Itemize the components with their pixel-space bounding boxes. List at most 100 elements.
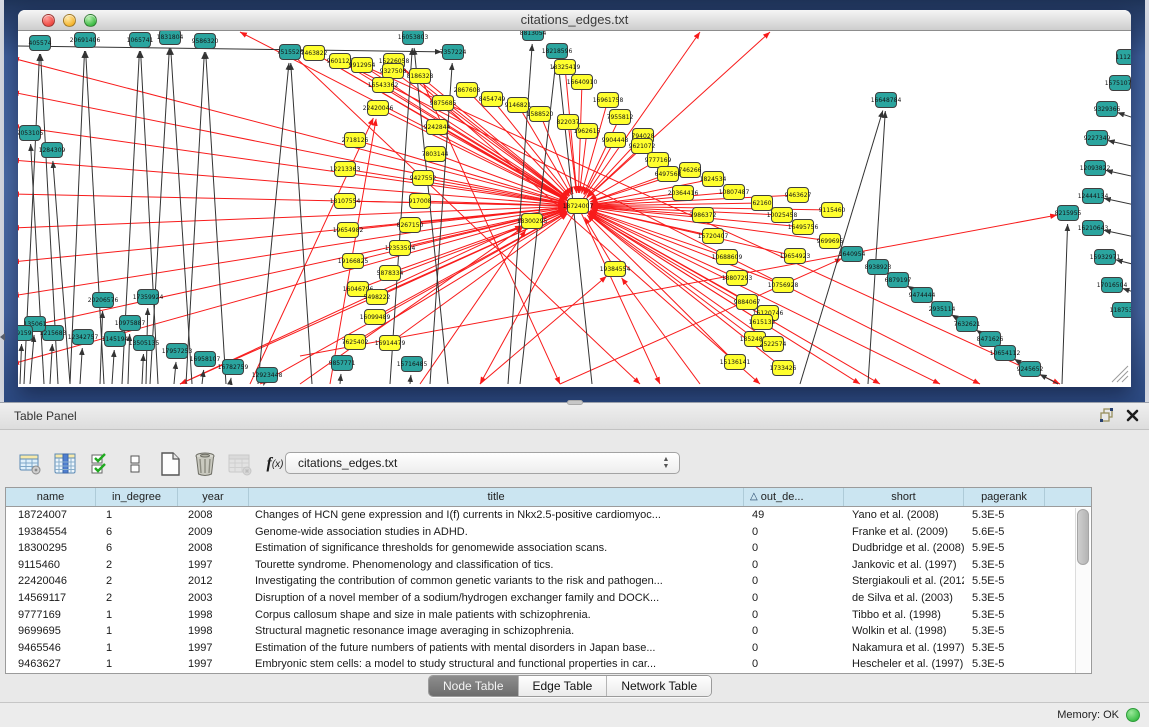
column-header-year[interactable]: year — [178, 488, 249, 506]
delete-table-button[interactable] — [226, 449, 254, 479]
cell-short[interactable]: Dudbridge et al. (2008) — [844, 540, 964, 557]
graph-node[interactable]: 7632621 — [954, 317, 981, 332]
graph-node[interactable]: 1065741 — [127, 33, 154, 48]
cell-indegree[interactable]: 1 — [96, 507, 178, 524]
cell-year[interactable]: 2003 — [178, 590, 249, 607]
cell-indegree[interactable]: 2 — [96, 557, 178, 574]
cell-pagerank[interactable]: 5.6E-5 — [964, 524, 1045, 541]
graph-node[interactable]: 16914479 — [375, 336, 406, 351]
cell-name[interactable]: 19384554 — [6, 524, 96, 541]
cell-year[interactable]: 2012 — [178, 573, 249, 590]
graph-node[interactable]: 16648784 — [871, 93, 902, 108]
table-row[interactable]: 2242004622012Investigating the contribut… — [6, 573, 1091, 590]
cell-name[interactable]: 9115460 — [6, 557, 96, 574]
cell-indegree[interactable]: 1 — [96, 640, 178, 657]
graph-node[interactable]: 6879197 — [885, 273, 912, 288]
graph-node[interactable]: 1284309 — [39, 143, 66, 158]
cell-outde[interactable]: 0 — [744, 573, 844, 590]
cell-year[interactable]: 1997 — [178, 656, 249, 673]
cell-name[interactable]: 22420046 — [6, 573, 96, 590]
memory-status-indicator[interactable] — [1126, 708, 1140, 722]
table-row[interactable]: 969969511998Structural magnetic resonanc… — [6, 623, 1091, 640]
graph-node[interactable]: 2718126 — [342, 133, 369, 148]
graph-node[interactable]: 10975887 — [115, 316, 146, 331]
cell-year[interactable]: 1997 — [178, 640, 249, 657]
graph-node[interactable]: 1831804 — [157, 31, 184, 45]
table-row[interactable]: 911546021997Tourette syndrome. Phenomeno… — [6, 557, 1091, 574]
graph-node[interactable]: 16961758 — [593, 93, 624, 108]
graph-node[interactable]: 9115460 — [819, 203, 846, 218]
cell-title[interactable]: Genome-wide association studies in ADHD. — [249, 524, 744, 541]
cell-outde[interactable]: 0 — [744, 607, 844, 624]
cell-year[interactable]: 1998 — [178, 607, 249, 624]
cell-title[interactable]: Investigating the contribution of common… — [249, 573, 744, 590]
cell-outde[interactable]: 0 — [744, 590, 844, 607]
cell-pagerank[interactable]: 5.3E-5 — [964, 623, 1045, 640]
cell-pagerank[interactable]: 5.3E-5 — [964, 607, 1045, 624]
table-scrollbar[interactable] — [1075, 508, 1090, 674]
graph-node[interactable]: 917008 — [409, 194, 432, 209]
column-visibility-button[interactable] — [51, 449, 79, 479]
table-settings-button[interactable] — [16, 449, 44, 479]
graph-node[interactable]: 7463822 — [301, 46, 328, 61]
minimize-window-icon[interactable] — [63, 14, 76, 27]
cell-title[interactable]: Embryonic stem cells: a model to study s… — [249, 656, 744, 673]
graph-node[interactable]: 9427552 — [410, 171, 437, 186]
table-row[interactable]: 1830029562008Estimation of significance … — [6, 540, 1091, 557]
cell-short[interactable]: Jankovic et al. (1997) — [844, 557, 964, 574]
cell-pagerank[interactable]: 5.3E-5 — [964, 507, 1045, 524]
graph-node[interactable]: 9245652 — [1017, 362, 1044, 377]
graph-node[interactable]: 9699695 — [817, 234, 844, 249]
citation-graph[interactable]: 1872400774638229601123991295415226058932… — [18, 31, 1131, 386]
graph-node[interactable]: 12353594 — [385, 241, 416, 256]
cell-name[interactable]: 9465546 — [6, 640, 96, 657]
cell-title[interactable]: Structural magnetic resonance image aver… — [249, 623, 744, 640]
cell-short[interactable]: Franke et al. (2009) — [844, 524, 964, 541]
graph-node[interactable]: 18807293 — [722, 271, 753, 286]
graph-node[interactable]: 10654112 — [990, 346, 1021, 361]
column-header-indegree[interactable]: in_degree — [96, 488, 178, 506]
cell-name[interactable]: 14569117 — [6, 590, 96, 607]
cell-indegree[interactable]: 2 — [96, 590, 178, 607]
graph-node[interactable]: 1588520 — [527, 107, 554, 122]
cell-indegree[interactable]: 2 — [96, 573, 178, 590]
graph-node[interactable]: 18107554 — [330, 194, 361, 209]
cell-pagerank[interactable]: 5.3E-5 — [964, 656, 1045, 673]
graph-node[interactable]: 1824534 — [700, 172, 727, 187]
graph-node[interactable]: 8267150 — [397, 218, 424, 233]
graph-node[interactable]: 9777169 — [645, 153, 672, 168]
graph-node[interactable]: 5498222 — [364, 290, 391, 305]
table-scrollbar-thumb[interactable] — [1077, 509, 1089, 565]
column-header-name[interactable]: name — [6, 488, 96, 506]
network-table-selector[interactable]: citations_edges.txt ▲▼ — [285, 452, 680, 474]
table-row[interactable]: 1938455462009Genome-wide association stu… — [6, 524, 1091, 541]
graph-node[interactable]: 9884067 — [734, 295, 761, 310]
graph-node[interactable]: 19654923 — [780, 249, 811, 264]
graph-node[interactable]: 9912954 — [349, 58, 376, 73]
cell-short[interactable]: Tibbo et al. (1998) — [844, 607, 964, 624]
graph-node[interactable]: 9227349 — [1084, 131, 1111, 146]
graph-node[interactable]: 7986372 — [690, 208, 717, 223]
graph-node[interactable]: 19384554 — [600, 262, 631, 277]
cell-title[interactable]: Changes of HCN gene expression and I(f) … — [249, 507, 744, 524]
graph-node[interactable]: 16210643 — [1078, 221, 1109, 236]
cell-name[interactable]: 9463627 — [6, 656, 96, 673]
graph-node[interactable]: 10688609 — [712, 250, 743, 265]
graph-node[interactable]: 20364416 — [668, 186, 699, 201]
window-titlebar[interactable]: citations_edges.txt — [18, 10, 1131, 31]
row-height-button[interactable] — [121, 449, 149, 479]
cell-outde[interactable]: 0 — [744, 524, 844, 541]
table-row[interactable]: 946554611997Estimation of the future num… — [6, 640, 1091, 657]
cell-name[interactable]: 9777169 — [6, 607, 96, 624]
graph-node[interactable]: 15716485 — [397, 357, 428, 372]
collapse-left-arrow[interactable] — [0, 333, 5, 341]
graph-node[interactable]: 9242844 — [424, 120, 451, 135]
graph-node[interactable]: 20691406 — [70, 33, 101, 48]
cell-indegree[interactable]: 1 — [96, 623, 178, 640]
cell-title[interactable]: Estimation of the future numbers of pati… — [249, 640, 744, 657]
graph-node[interactable]: 1640954 — [839, 247, 866, 262]
graph-node[interactable]: 9327508 — [380, 64, 407, 79]
cell-year[interactable]: 1997 — [178, 557, 249, 574]
graph-node[interactable]: 39159 — [18, 326, 33, 341]
graph-node[interactable]: 405574 — [29, 36, 52, 51]
